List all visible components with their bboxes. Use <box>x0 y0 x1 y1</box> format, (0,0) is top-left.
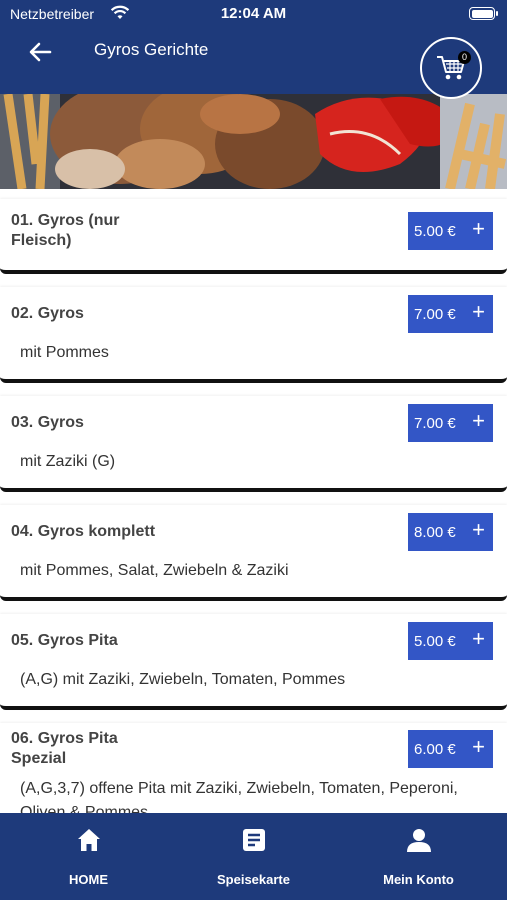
item-price: 7.00 € <box>414 415 456 432</box>
tab-label: Mein Konto <box>383 872 454 887</box>
menu-item-name: 06. Gyros Pita Spezial <box>11 730 118 767</box>
back-button[interactable] <box>24 36 56 68</box>
cart-count-badge: 0 <box>458 51 471 64</box>
add-to-cart-button[interactable]: 6.00 € + <box>408 730 493 768</box>
item-price: 5.00 € <box>414 223 456 240</box>
add-to-cart-button[interactable]: 8.00 € + <box>408 513 493 551</box>
tab-speisekarte[interactable]: Speisekarte <box>169 813 338 900</box>
add-to-cart-button[interactable]: 7.00 € + <box>408 404 493 442</box>
page-title: Gyros Gerichte <box>94 40 209 59</box>
add-to-cart-button[interactable]: 5.00 € + <box>408 212 493 250</box>
menu-item-description: mit Zaziki (G) <box>20 453 116 470</box>
menu-item: 03. Gyros 7.00 € + mit Zaziki (G) <box>0 396 507 492</box>
menu-item-description: (A,G) mit Zaziki, Zwiebeln, Tomaten, Pom… <box>20 671 346 688</box>
menu-icon <box>243 829 265 851</box>
user-icon <box>407 829 431 852</box>
plus-icon: + <box>472 517 485 542</box>
menu-item: 04. Gyros komplett 8.00 € + mit Pommes, … <box>0 505 507 601</box>
menu-item: 01. Gyros (nur Fleisch) 5.00 € + <box>0 199 507 274</box>
plus-icon: + <box>472 216 485 241</box>
home-icon <box>78 829 100 851</box>
menu-item: 05. Gyros Pita 5.00 € + (A,G) mit Zaziki… <box>0 614 507 710</box>
plus-icon: + <box>472 299 485 324</box>
tab-label: Speisekarte <box>217 872 290 887</box>
menu-item-name: 02. Gyros <box>11 305 84 322</box>
status-bar: Netzbetreiber 12:04 AM <box>0 0 507 28</box>
menu-item: 02. Gyros 7.00 € + mit Pommes <box>0 287 507 383</box>
item-price: 8.00 € <box>414 524 456 541</box>
menu-item-name: 05. Gyros Pita <box>11 632 118 649</box>
item-price: 5.00 € <box>414 633 456 650</box>
category-hero-image <box>0 94 507 189</box>
menu-item-description: mit Pommes, Salat, Zwiebeln & Zaziki <box>20 562 289 579</box>
battery-icon <box>469 7 498 20</box>
add-to-cart-button[interactable]: 5.00 € + <box>408 622 493 660</box>
tab-home[interactable]: HOME <box>4 813 173 900</box>
menu-item-name: 01. Gyros (nur Fleisch) <box>11 212 120 249</box>
status-time: 12:04 AM <box>220 5 287 22</box>
plus-icon: + <box>472 626 485 651</box>
menu-item-name: 03. Gyros <box>11 414 84 431</box>
menu-item-name: 04. Gyros komplett <box>11 523 156 540</box>
tab-label: HOME <box>69 872 108 887</box>
add-to-cart-button[interactable]: 7.00 € + <box>408 295 493 333</box>
plus-icon: + <box>472 408 485 433</box>
arrow-left-icon <box>29 42 52 62</box>
item-price: 7.00 € <box>414 306 456 323</box>
menu-item-description: mit Pommes <box>20 344 109 361</box>
plus-icon: + <box>472 734 485 759</box>
tab-mein-konto[interactable]: Mein Konto <box>334 813 503 900</box>
item-price: 6.00 € <box>414 741 456 758</box>
cart-button[interactable]: 0 <box>420 37 482 99</box>
bottom-tab-bar: HOME Speisekarte Mein Konto <box>0 813 507 900</box>
